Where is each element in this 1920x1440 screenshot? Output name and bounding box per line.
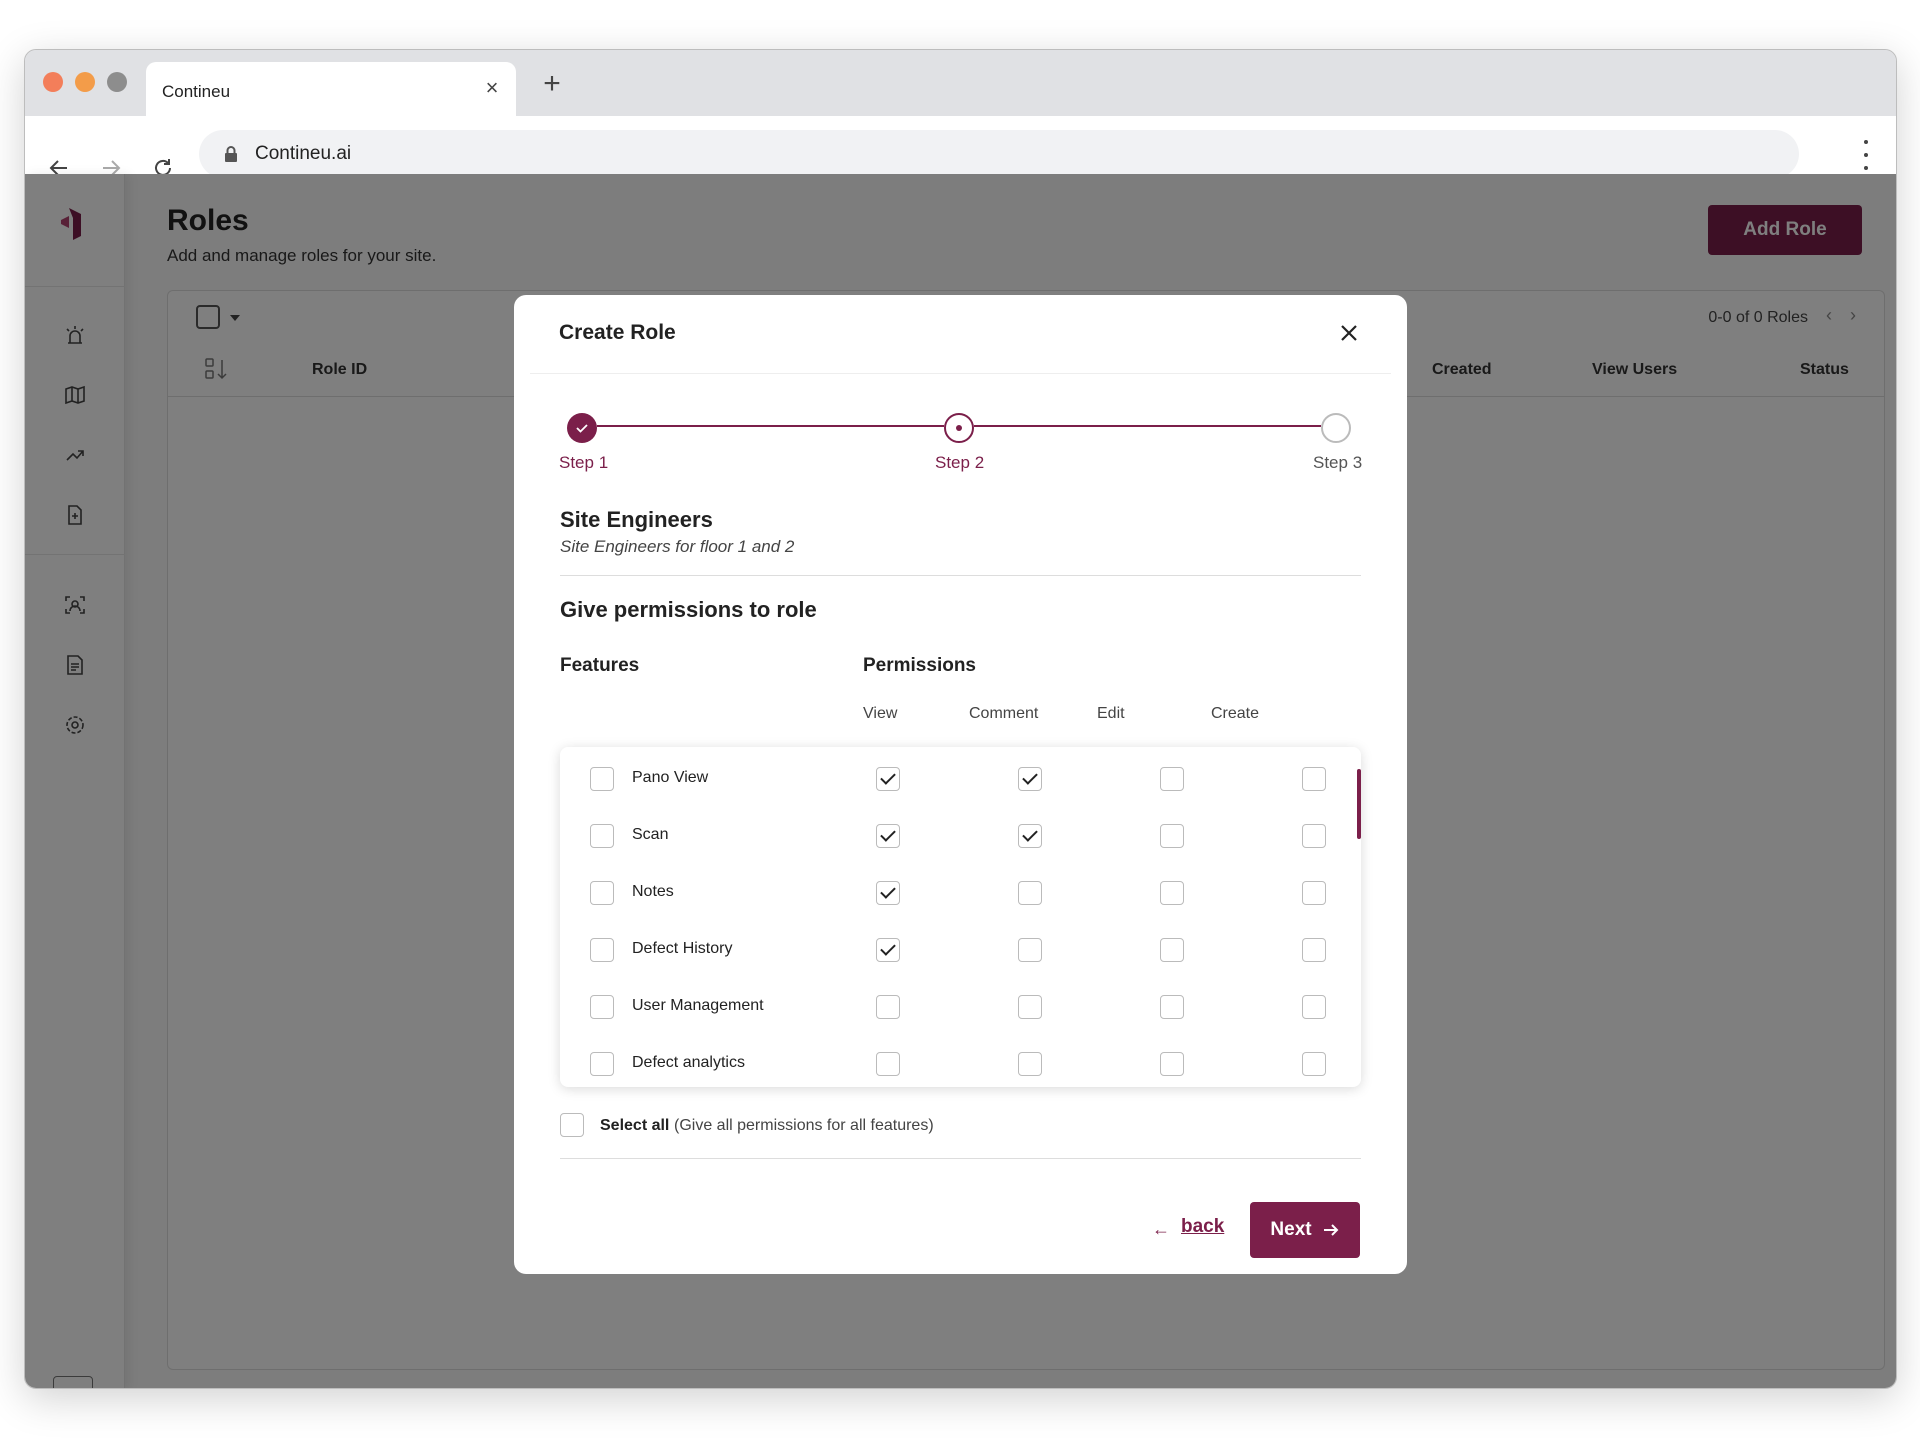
edit-permission-checkbox[interactable]: [1160, 824, 1184, 848]
modal-title: Create Role: [559, 321, 676, 344]
feature-checkbox[interactable]: [590, 938, 614, 962]
step-1-indicator: [567, 413, 597, 443]
create-role-modal: Create Role Step 1 Step 2 Step 3 Site En…: [514, 295, 1407, 1274]
view-permission-checkbox[interactable]: [876, 767, 900, 791]
view-permission-checkbox[interactable]: [876, 881, 900, 905]
step-connector: [974, 425, 1321, 427]
comment-permission-checkbox[interactable]: [1018, 881, 1042, 905]
permission-header-comment: Comment: [969, 705, 1039, 722]
permission-header-edit: Edit: [1097, 705, 1125, 722]
create-permission-checkbox[interactable]: [1302, 767, 1326, 791]
close-icon[interactable]: [1337, 321, 1361, 345]
view-permission-checkbox[interactable]: [876, 1052, 900, 1076]
comment-permission-checkbox[interactable]: [1018, 767, 1042, 791]
comment-permission-checkbox[interactable]: [1018, 938, 1042, 962]
permissions-heading: Give permissions to role: [560, 597, 817, 622]
feature-checkbox[interactable]: [590, 881, 614, 905]
browser-menu-icon[interactable]: [1856, 140, 1876, 170]
new-tab-icon[interactable]: +: [537, 69, 567, 100]
edit-permission-checkbox[interactable]: [1160, 995, 1184, 1019]
comment-permission-checkbox[interactable]: [1018, 995, 1042, 1019]
feature-checkbox[interactable]: [590, 995, 614, 1019]
step-1-label: Step 1: [559, 453, 609, 472]
step-3-label: Step 3: [1313, 453, 1363, 472]
feature-label: Pano View: [632, 769, 709, 786]
permission-header-create: Create: [1211, 705, 1260, 722]
permission-row: Defect analytics: [560, 1044, 1361, 1084]
select-all-hint: (Give all permissions for all features): [674, 1117, 934, 1134]
view-permission-checkbox[interactable]: [876, 824, 900, 848]
select-all-label: Select all: [600, 1117, 670, 1134]
permissions-list[interactable]: Pano View Scan Notes Defect History User Man…: [560, 747, 1361, 1087]
permission-row: Notes: [560, 873, 1361, 913]
permission-row: Scan: [560, 816, 1361, 856]
minimize-window-button[interactable]: [75, 72, 95, 92]
comment-permission-checkbox[interactable]: [1018, 1052, 1042, 1076]
lock-icon: [225, 146, 237, 162]
feature-label: Scan: [632, 826, 669, 843]
permission-row: User Management: [560, 987, 1361, 1027]
feature-label: Defect History: [632, 940, 733, 957]
url-text: Contineu.ai: [255, 143, 352, 164]
role-description: Site Engineers for floor 1 and 2: [560, 537, 795, 556]
edit-permission-checkbox[interactable]: [1160, 1052, 1184, 1076]
back-link[interactable]: back: [1181, 1216, 1224, 1238]
features-column-label: Features: [560, 655, 640, 676]
url-field[interactable]: Contineu.ai: [199, 130, 1799, 178]
modal-divider: [530, 373, 1391, 374]
feature-label: Notes: [632, 883, 674, 900]
permissions-column-label: Permissions: [863, 655, 976, 676]
maximize-window-button[interactable]: [107, 72, 127, 92]
step-3-indicator: [1321, 413, 1351, 443]
role-name: Site Engineers: [560, 507, 713, 532]
tab-bar: Contineu × +: [25, 50, 1896, 118]
tab-close-icon[interactable]: ×: [480, 76, 504, 100]
create-permission-checkbox[interactable]: [1302, 824, 1326, 848]
step-connector: [597, 425, 944, 427]
edit-permission-checkbox[interactable]: [1160, 881, 1184, 905]
permission-header-view: View: [863, 705, 898, 722]
browser-tab[interactable]: Contineu ×: [146, 62, 516, 118]
feature-label: User Management: [632, 997, 764, 1014]
view-permission-checkbox[interactable]: [876, 938, 900, 962]
view-permission-checkbox[interactable]: [876, 995, 900, 1019]
feature-checkbox[interactable]: [590, 767, 614, 791]
select-all-checkbox[interactable]: [560, 1113, 584, 1137]
comment-permission-checkbox[interactable]: [1018, 824, 1042, 848]
check-icon: [576, 424, 588, 433]
stepper: Step 1 Step 2 Step 3: [514, 413, 1407, 473]
section-divider: [560, 1158, 1361, 1159]
permission-row: Pano View: [560, 759, 1361, 799]
edit-permission-checkbox[interactable]: [1160, 938, 1184, 962]
create-permission-checkbox[interactable]: [1302, 1052, 1326, 1076]
feature-label: Defect analytics: [632, 1054, 745, 1071]
step-2-indicator: [944, 413, 974, 443]
arrow-right-icon: [1323, 1224, 1339, 1236]
next-button-label: Next: [1270, 1219, 1312, 1240]
feature-checkbox[interactable]: [590, 824, 614, 848]
edit-permission-checkbox[interactable]: [1160, 767, 1184, 791]
create-permission-checkbox[interactable]: [1302, 995, 1326, 1019]
next-button[interactable]: Next: [1250, 1202, 1360, 1258]
arrow-left-icon[interactable]: ←: [1152, 1219, 1170, 1240]
tab-title: Contineu: [162, 82, 231, 101]
close-window-button[interactable]: [43, 72, 63, 92]
create-permission-checkbox[interactable]: [1302, 938, 1326, 962]
create-permission-checkbox[interactable]: [1302, 881, 1326, 905]
feature-checkbox[interactable]: [590, 1052, 614, 1076]
step-2-label: Step 2: [935, 453, 985, 472]
permission-row: Defect History: [560, 930, 1361, 970]
section-divider: [560, 575, 1361, 576]
